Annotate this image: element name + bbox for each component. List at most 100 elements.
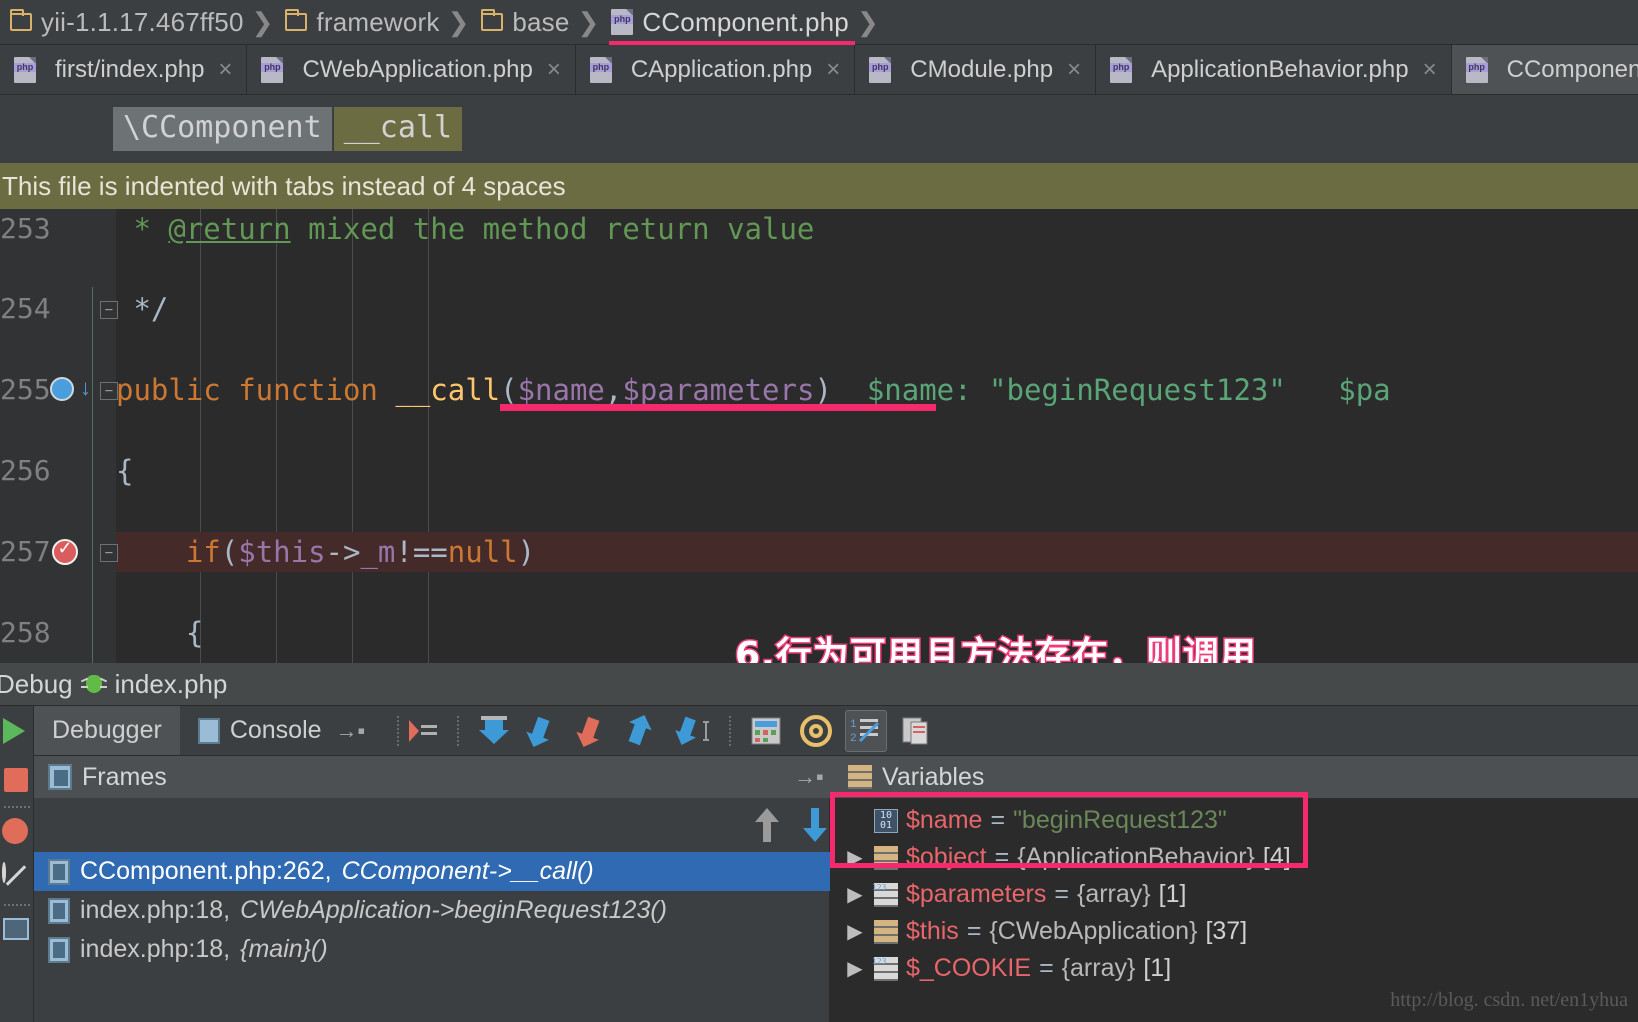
close-icon[interactable]: × bbox=[547, 56, 561, 84]
line-number: 254 bbox=[0, 292, 51, 326]
copy-icon[interactable] bbox=[895, 710, 937, 752]
resume-icon[interactable] bbox=[3, 718, 25, 744]
toolbar-divider bbox=[457, 715, 460, 746]
frames-icon bbox=[48, 764, 72, 790]
navbar-class-chip[interactable]: \CComponent bbox=[113, 107, 332, 151]
editor-tab-applicationbehavior[interactable]: ApplicationBehavior.php × bbox=[1096, 45, 1452, 95]
frames-panel-header: Frames bbox=[48, 756, 167, 798]
force-step-into-icon[interactable] bbox=[573, 710, 615, 752]
tab-console[interactable]: Console →▪ bbox=[180, 706, 384, 755]
php-file-icon bbox=[261, 56, 284, 83]
frame-row[interactable]: index.php:18, CWebApplication->beginRequ… bbox=[34, 891, 830, 930]
variable-value: {array} bbox=[1076, 880, 1151, 908]
expand-arrow-icon: ▶ bbox=[844, 808, 866, 833]
rail-divider bbox=[4, 806, 30, 808]
run-to-cursor-icon[interactable] bbox=[673, 710, 715, 752]
indentation-notification[interactable]: This file is indented with tabs instead … bbox=[0, 163, 1638, 209]
layout-icon[interactable] bbox=[3, 918, 29, 940]
breadcrumb-item-1[interactable]: framework bbox=[275, 0, 445, 45]
pin-frames-icon[interactable]: →▪ bbox=[794, 764, 824, 790]
line-content: { bbox=[116, 454, 134, 489]
call-signature-underline-highlight bbox=[500, 403, 936, 411]
scroll-up-icon[interactable] bbox=[748, 804, 786, 851]
mute-breakpoints-icon[interactable] bbox=[2, 862, 6, 883]
breadcrumb-item-0[interactable]: yii-1.1.17.467ff50 bbox=[0, 0, 250, 45]
line-content: { bbox=[116, 615, 204, 650]
navbar-member-chip[interactable]: __call bbox=[333, 107, 463, 151]
editor-tab-ccomponent[interactable]: CComponen bbox=[1451, 45, 1638, 95]
expand-arrow-icon[interactable]: ▶ bbox=[844, 956, 866, 981]
code-editor[interactable]: 253 * @return mixed the method return va… bbox=[0, 209, 1638, 663]
debug-panel-headers: Frames →▪ Variables bbox=[34, 756, 1638, 798]
scroll-down-icon[interactable] bbox=[796, 804, 834, 851]
close-icon[interactable]: × bbox=[1423, 56, 1437, 84]
at-icon[interactable] bbox=[795, 710, 837, 752]
variables-title: Variables bbox=[882, 762, 985, 791]
pin-tab-icon[interactable]: →▪ bbox=[336, 718, 366, 744]
debug-window-title: Debug bbox=[0, 668, 73, 699]
frames-panel[interactable]: CComponent.php:262, CComponent->__call()… bbox=[34, 798, 830, 1022]
breadcrumb-item-3[interactable]: CComponent.php bbox=[601, 0, 855, 47]
variable-row[interactable]: ▶ $object = {ApplicationBehavior} [4] bbox=[830, 839, 1638, 876]
breadcrumb-label: yii-1.1.17.467ff50 bbox=[41, 6, 244, 37]
close-icon[interactable]: × bbox=[826, 56, 840, 84]
toolbar-divider bbox=[729, 715, 732, 746]
array-icon bbox=[872, 956, 898, 981]
frame-method: CComponent->__call() bbox=[341, 857, 594, 885]
step-out-icon[interactable] bbox=[623, 710, 665, 752]
object-icon bbox=[874, 919, 898, 944]
code-line: 256 { bbox=[0, 451, 1638, 491]
variable-row[interactable]: ▶ 1001 $name = "beginRequest123" bbox=[830, 802, 1638, 839]
breadcrumb-item-2[interactable]: base bbox=[471, 0, 575, 45]
breadcrumb: yii-1.1.17.467ff50 ❯ framework ❯ base ❯ … bbox=[0, 0, 1638, 47]
code-lines: 253 * @return mixed the method return va… bbox=[0, 209, 1638, 663]
expand-arrow-icon[interactable]: ▶ bbox=[844, 845, 866, 870]
execution-point-icon[interactable] bbox=[401, 710, 443, 752]
expand-arrow-icon[interactable]: ▶ bbox=[844, 882, 866, 907]
close-icon[interactable]: × bbox=[1067, 56, 1081, 84]
line-number: 255 bbox=[0, 372, 51, 406]
breakpoint-icon[interactable] bbox=[52, 538, 78, 565]
php-file-icon bbox=[611, 9, 634, 35]
variable-name: $object bbox=[906, 843, 987, 871]
editor-tab-capplication[interactable]: CApplication.php × bbox=[575, 45, 856, 95]
line-content: * @return mixed the method return value bbox=[116, 212, 815, 246]
variable-name: $parameters bbox=[906, 880, 1047, 908]
variable-count: [4] bbox=[1262, 843, 1291, 871]
frame-location: index.php:18, bbox=[80, 896, 231, 924]
expand-arrow-icon[interactable]: ▶ bbox=[844, 919, 866, 944]
line-number: 256 bbox=[0, 454, 51, 488]
step-over-icon[interactable] bbox=[473, 710, 515, 752]
step-into-icon[interactable] bbox=[523, 710, 565, 752]
editor-tab-label: ApplicationBehavior.php bbox=[1151, 55, 1409, 83]
editor-tab-cmodule[interactable]: CModule.php × bbox=[855, 45, 1097, 95]
variable-row[interactable]: ▶ $this = {CWebApplication} [37] bbox=[830, 913, 1638, 950]
debug-window-header: Debug index.php bbox=[0, 663, 1638, 706]
editor-tab-cwebapplication[interactable]: CWebApplication.php × bbox=[247, 45, 576, 95]
frame-method: {main}() bbox=[240, 935, 328, 963]
stop-icon[interactable] bbox=[4, 768, 28, 792]
frame-row[interactable]: index.php:18, {main}() bbox=[34, 930, 830, 969]
frames-toolbar bbox=[34, 798, 829, 852]
frame-row[interactable]: CComponent.php:262, CComponent->__call() bbox=[34, 852, 830, 891]
breakpoints-icon[interactable] bbox=[2, 818, 28, 844]
line-number: 257 bbox=[0, 534, 51, 568]
method-breakpoint-icon[interactable] bbox=[50, 375, 91, 401]
editor-tab-first-index[interactable]: first/index.php × bbox=[0, 45, 248, 95]
breadcrumb-label: base bbox=[512, 6, 570, 37]
variables-panel-header: Variables bbox=[848, 756, 984, 798]
inline-debug-hint: $name: "beginRequest123" $pa bbox=[866, 372, 1391, 407]
debug-configuration-name: index.php bbox=[114, 668, 228, 699]
calculator-icon[interactable] bbox=[745, 710, 787, 752]
variable-row[interactable]: ▶ $parameters = {array} [1] bbox=[830, 876, 1638, 913]
close-icon[interactable]: × bbox=[218, 56, 232, 84]
php-file-icon bbox=[14, 56, 36, 83]
frame-method: CWebApplication->beginRequest123() bbox=[240, 896, 668, 924]
frame-icon bbox=[48, 858, 70, 885]
frame-icon bbox=[48, 936, 70, 963]
variables-settings-icon[interactable]: 12 bbox=[845, 709, 888, 752]
variable-row[interactable]: ▶ $_COOKIE = {array} [1] bbox=[830, 950, 1638, 987]
folder-icon bbox=[10, 9, 32, 31]
tab-debugger[interactable]: Debugger bbox=[34, 706, 180, 755]
variable-value: {ApplicationBehavior} bbox=[1017, 843, 1255, 871]
